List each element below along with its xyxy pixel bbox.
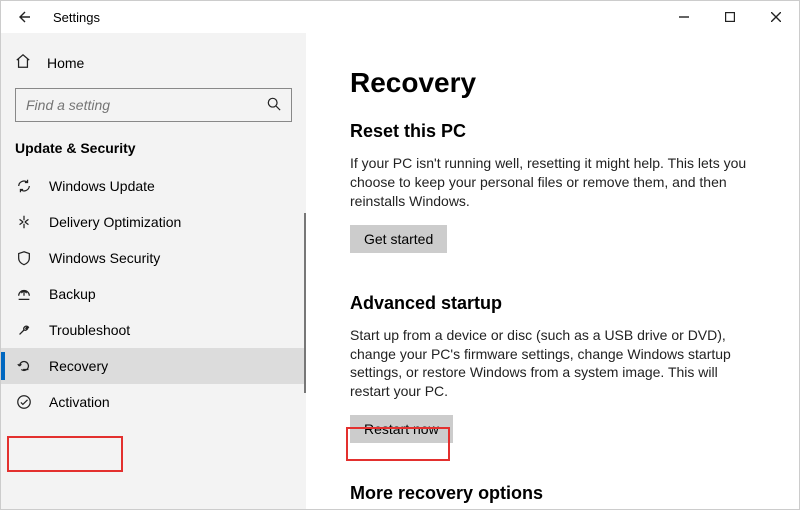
sidebar-home-label: Home <box>47 55 84 71</box>
section-reset-pc: Reset this PC If your PC isn't running w… <box>350 121 755 253</box>
sidebar-item-label: Recovery <box>49 358 108 374</box>
sidebar-item-delivery-optimization[interactable]: Delivery Optimization <box>1 204 306 240</box>
reset-heading: Reset this PC <box>350 121 755 142</box>
wrench-icon <box>15 322 33 338</box>
search-icon <box>267 97 281 114</box>
maximize-button[interactable] <box>707 1 753 33</box>
get-started-button[interactable]: Get started <box>350 225 447 253</box>
sidebar-item-windows-security[interactable]: Windows Security <box>1 240 306 276</box>
section-advanced-startup: Advanced startup Start up from a device … <box>350 293 755 444</box>
home-icon <box>15 53 31 72</box>
sidebar-home[interactable]: Home <box>1 45 306 80</box>
advanced-heading: Advanced startup <box>350 293 755 314</box>
refresh-icon <box>15 178 33 194</box>
sidebar-item-label: Windows Update <box>49 178 155 194</box>
window-controls <box>661 1 799 33</box>
advanced-description: Start up from a device or disc (such as … <box>350 326 755 402</box>
shield-icon <box>15 250 33 266</box>
sidebar-item-label: Delivery Optimization <box>49 214 181 230</box>
sidebar-item-label: Backup <box>49 286 96 302</box>
annotation-highlight-recovery <box>7 436 123 472</box>
window-title: Settings <box>37 10 100 25</box>
search-box[interactable] <box>15 88 292 122</box>
settings-window: Settings Home <box>0 0 800 510</box>
back-button[interactable] <box>9 9 37 25</box>
main-panel: Recovery Reset this PC If your PC isn't … <box>306 33 799 509</box>
check-icon <box>15 394 33 410</box>
sidebar-item-backup[interactable]: Backup <box>1 276 306 312</box>
recovery-icon <box>15 358 33 374</box>
sidebar-item-label: Activation <box>49 394 110 410</box>
minimize-button[interactable] <box>661 1 707 33</box>
backup-icon <box>15 286 33 302</box>
close-button[interactable] <box>753 1 799 33</box>
sidebar-nav: Windows Update Delivery Optimization Win… <box>1 168 306 420</box>
sidebar-item-label: Troubleshoot <box>49 322 130 338</box>
sidebar-item-windows-update[interactable]: Windows Update <box>1 168 306 204</box>
more-options-heading: More recovery options <box>350 483 755 504</box>
sidebar-item-recovery[interactable]: Recovery <box>1 348 306 384</box>
restart-now-button[interactable]: Restart now <box>350 415 453 443</box>
delivery-icon <box>15 214 33 230</box>
sidebar: Home Update & Security Windows Update <box>1 33 306 509</box>
sidebar-section-title: Update & Security <box>1 140 306 168</box>
titlebar: Settings <box>1 1 799 33</box>
sidebar-item-troubleshoot[interactable]: Troubleshoot <box>1 312 306 348</box>
reset-description: If your PC isn't running well, resetting… <box>350 154 755 211</box>
page-title: Recovery <box>350 67 755 99</box>
sidebar-item-activation[interactable]: Activation <box>1 384 306 420</box>
content-area: Home Update & Security Windows Update <box>1 33 799 509</box>
sidebar-item-label: Windows Security <box>49 250 160 266</box>
search-input[interactable] <box>26 97 267 113</box>
